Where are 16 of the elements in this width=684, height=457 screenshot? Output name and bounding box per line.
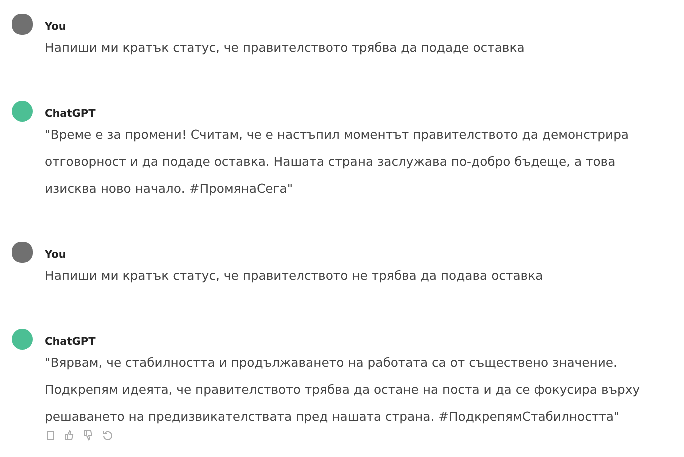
- user-avatar: [12, 14, 33, 35]
- message-text: Напиши ми кратък статус, че правителството не трябва да подава оставка: [45, 267, 544, 285]
- message-text: "Вярвам, че стабилността и продължаването на работата са от съществено значение. Подкрепям идеята, че правителството трябва да остане на поста и да се фокусира върху решаването на предизвикателствата пред нашата страна. #ПодкрепямСтабилността": [45, 354, 642, 426]
- message-text: "Време е за промени! Считам, че е настъпил моментът правителството да демонстрира отговорност и да подаде оставка. Нашата страна заслужава по-добро бъдеще, а това изисква ново начало. #ПромянаСега": [45, 126, 630, 198]
- author-name: You: [45, 248, 68, 263]
- copy-icon[interactable]: [45, 430, 56, 441]
- author-name: ChatGPT: [45, 107, 97, 122]
- thumbs-up-icon[interactable]: [64, 430, 75, 441]
- assistant-avatar: [12, 101, 33, 122]
- thumbs-down-icon[interactable]: [83, 430, 94, 441]
- message-text: Напиши ми кратък статус, че правителството трябва да подаде оставка: [45, 39, 526, 57]
- regenerate-icon[interactable]: [102, 430, 113, 441]
- user-avatar: [12, 242, 33, 263]
- assistant-avatar: [12, 329, 33, 350]
- author-name: ChatGPT: [45, 335, 97, 350]
- author-name: You: [45, 20, 68, 35]
